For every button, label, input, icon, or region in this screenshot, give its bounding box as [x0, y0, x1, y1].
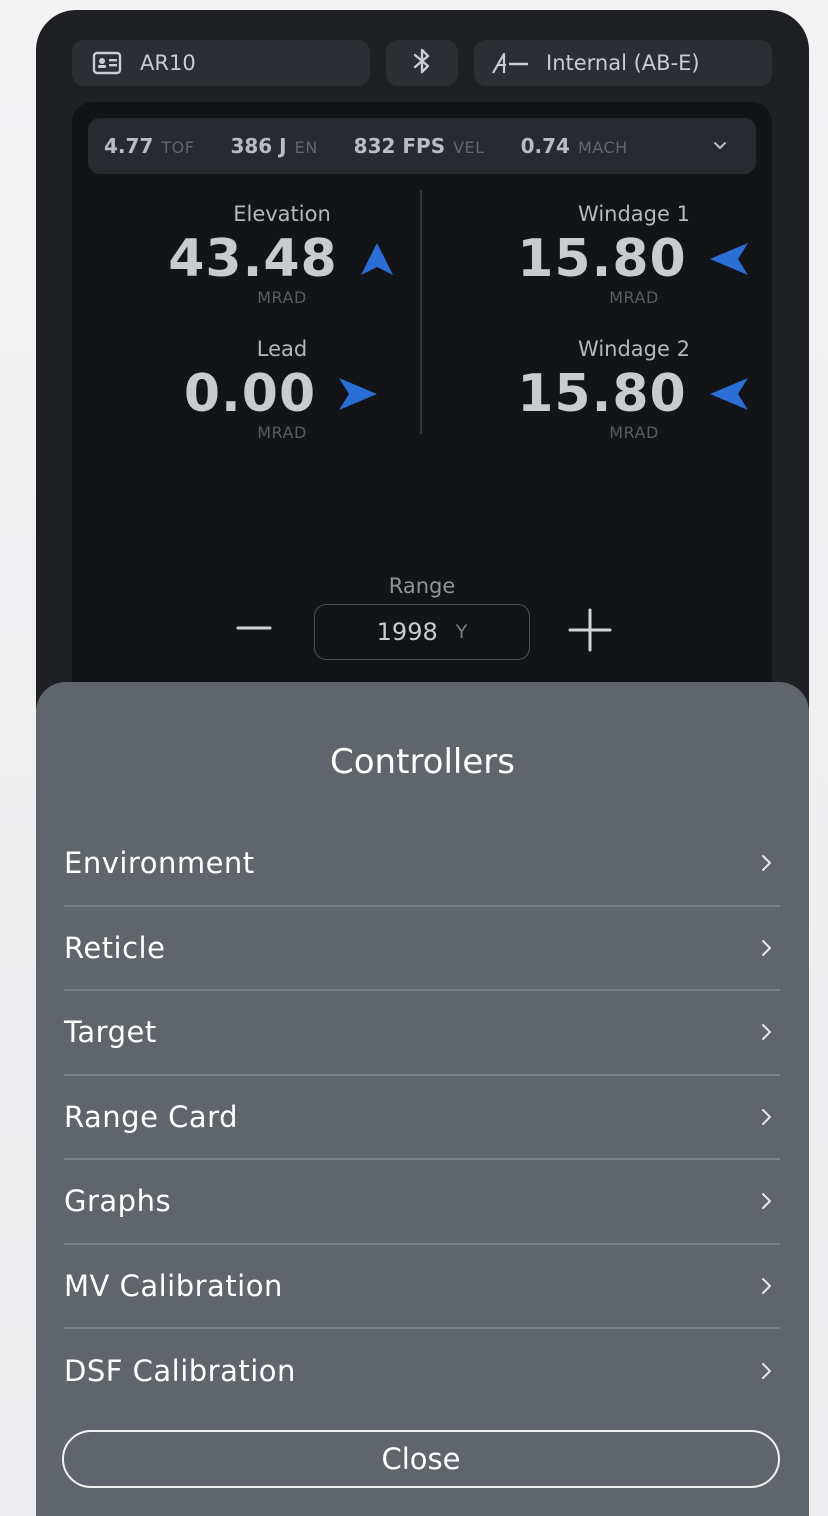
lead-value: 0.00 [183, 364, 317, 424]
chevron-right-icon [760, 1359, 774, 1383]
chevron-right-icon [760, 1020, 774, 1044]
stat-value: 832 FPS [353, 134, 446, 158]
windage1-label: Windage 1 [578, 202, 690, 226]
stat-unit: EN [294, 138, 318, 157]
bluetooth-icon [412, 47, 432, 80]
range-decrement-button[interactable] [236, 610, 272, 646]
windage2-readout: Windage 2 15.80 MRAD [484, 337, 784, 442]
menu-item-reticle[interactable]: Reticle [64, 907, 780, 991]
ab-logo-icon [490, 51, 532, 75]
chevron-right-icon [760, 851, 774, 875]
stat-unit: TOF [161, 138, 195, 157]
elevation-readout: Elevation 43.48 MRAD [132, 202, 432, 307]
minus-icon [236, 626, 272, 630]
elevation-value: 43.48 [168, 229, 338, 289]
stat-value: 0.74 [520, 134, 570, 158]
menu-item-label: Range Card [64, 1099, 238, 1134]
ballistic-source-selector[interactable]: Internal (AB-E) [474, 40, 772, 86]
stat-value: 386 J [230, 134, 287, 158]
menu-item-target[interactable]: Target [64, 991, 780, 1076]
source-label: Internal (AB-E) [546, 51, 700, 75]
menu-item-label: DSF Calibration [64, 1354, 296, 1389]
range-label: Range [388, 574, 456, 598]
windage2-value: 15.80 [517, 364, 687, 424]
lead-label: Lead [256, 337, 308, 361]
controllers-menu: Environment Reticle Target Range Card Gr… [64, 822, 780, 1414]
range-increment-button[interactable] [568, 608, 612, 652]
windage1-unit: MRAD [609, 288, 659, 307]
menu-item-mv-calibration[interactable]: MV Calibration [64, 1245, 780, 1329]
range-unit: Y [455, 621, 468, 643]
elevation-label: Elevation [233, 202, 331, 226]
chevron-right-icon [760, 1274, 774, 1298]
menu-item-graphs[interactable]: Graphs [64, 1160, 780, 1245]
range-input[interactable]: 1998 Y [314, 604, 530, 660]
arrow-left-icon [707, 240, 751, 278]
id-card-icon [92, 51, 122, 75]
stat-velocity: 832 FPS VEL [354, 134, 485, 158]
plus-icon [568, 608, 612, 652]
elevation-unit: MRAD [257, 288, 307, 307]
menu-item-dsf-calibration[interactable]: DSF Calibration [64, 1329, 780, 1414]
menu-item-environment[interactable]: Environment [64, 822, 780, 907]
menu-item-label: Graphs [64, 1184, 172, 1219]
windage2-unit: MRAD [609, 423, 659, 442]
windage2-label: Windage 2 [578, 337, 690, 361]
stat-value: 4.77 [104, 134, 154, 158]
menu-item-label: Target [64, 1015, 157, 1050]
solution-panel: 4.77 TOF 386 J EN 832 FPS VEL 0.74 MACH [72, 102, 772, 702]
lead-readout: Lead 0.00 MRAD [132, 337, 432, 442]
close-button[interactable]: Close [62, 1430, 780, 1488]
ballistic-stats-bar[interactable]: 4.77 TOF 386 J EN 832 FPS VEL 0.74 MACH [88, 118, 756, 174]
app-screen: AR10 Internal (AB-E) 4.77 TOF 386 J EN 8… [36, 10, 809, 1516]
sheet-title: Controllers [330, 742, 515, 782]
range-value: 1998 [376, 618, 438, 646]
chevron-right-icon [760, 1105, 774, 1129]
stat-mach: 0.74 MACH [521, 134, 628, 158]
profile-selector[interactable]: AR10 [72, 40, 370, 86]
stat-unit: VEL [453, 138, 485, 157]
chevron-down-icon[interactable] [712, 134, 728, 163]
chevron-right-icon [760, 936, 774, 960]
arrow-up-icon [358, 240, 396, 278]
menu-item-label: Reticle [64, 930, 166, 965]
lead-unit: MRAD [257, 423, 307, 442]
windage1-readout: Windage 1 15.80 MRAD [484, 202, 784, 307]
menu-item-label: MV Calibration [64, 1268, 283, 1303]
arrow-left-icon [707, 375, 751, 413]
windage1-value: 15.80 [517, 229, 687, 289]
chevron-right-icon [760, 1189, 774, 1213]
stat-tof: 4.77 TOF [104, 134, 194, 158]
profile-name: AR10 [140, 51, 196, 75]
menu-item-range-card[interactable]: Range Card [64, 1076, 780, 1160]
stat-unit: MACH [577, 138, 628, 157]
stat-energy: 386 J EN [230, 134, 317, 158]
bluetooth-button[interactable] [386, 40, 458, 86]
controllers-sheet: Controllers Environment Reticle Target R… [36, 682, 809, 1516]
menu-item-label: Environment [64, 846, 255, 881]
arrow-right-icon [336, 375, 380, 413]
